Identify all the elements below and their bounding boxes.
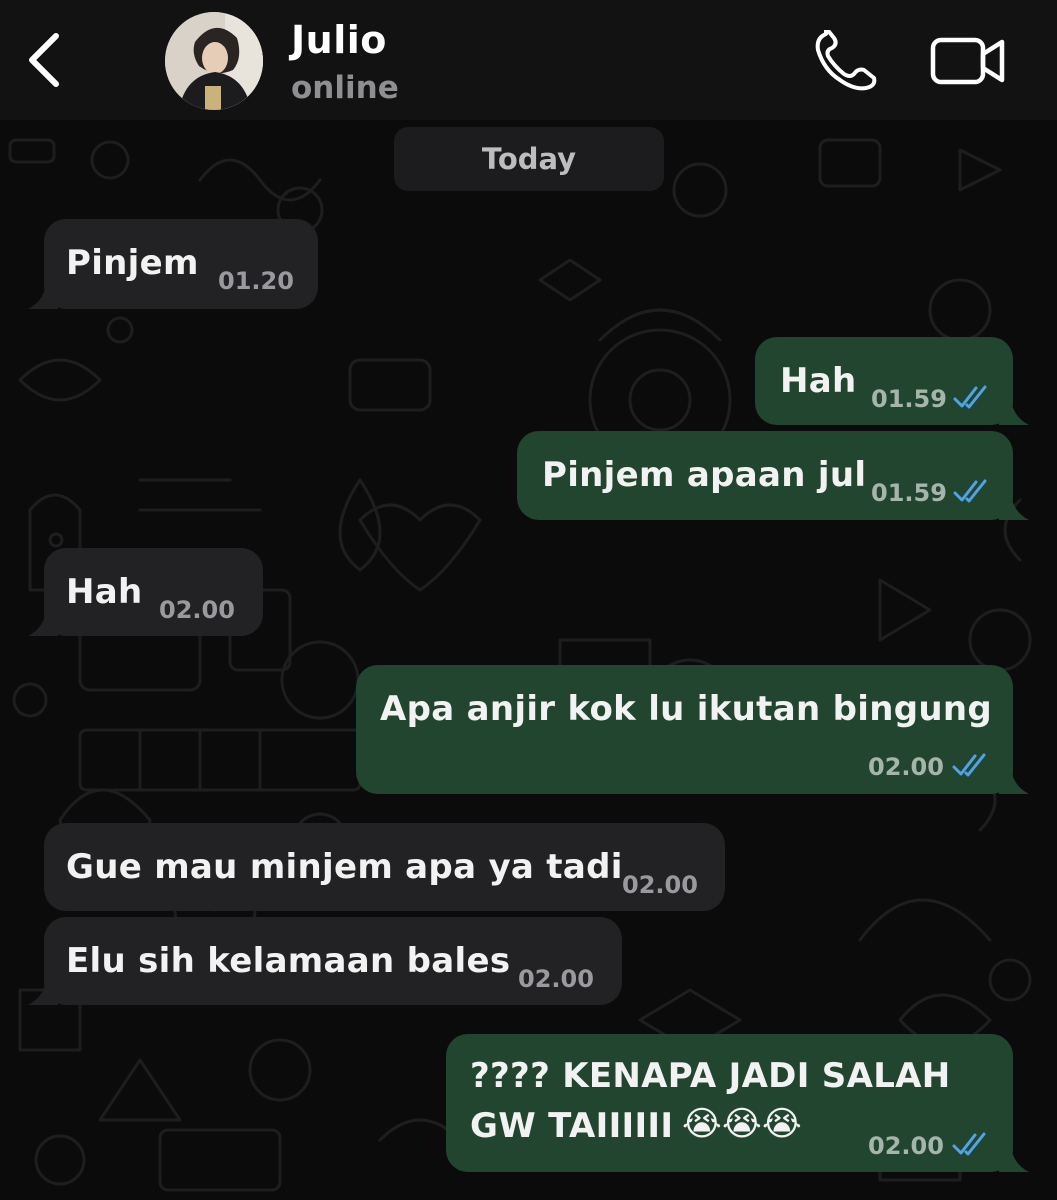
message-text: Pinjem apaan jul [542,455,867,495]
message-time: 01.20 [218,267,294,295]
back-chevron-icon[interactable] [22,28,72,92]
double-check-icon [953,385,987,409]
message-time: 01.59 [871,385,947,413]
contact-name[interactable]: Julio [291,18,387,62]
bubble-tail [999,494,1029,520]
chat-header: Julio online [0,0,1057,120]
double-check-icon [952,1132,986,1156]
message-time: 02.00 [159,596,235,624]
message-text: Hah [66,572,143,612]
incoming-message[interactable]: Elu sih kelamaan bales 02.00 [28,917,622,1005]
incoming-message[interactable]: Pinjem 01.20 [28,219,318,309]
message-text: Apa anjir kok lu ikutan bingung [380,689,992,729]
message-time: 02.00 [622,871,698,899]
bubble-tail [28,283,58,309]
date-separator: Today [394,127,664,191]
outgoing-message[interactable]: Hah 01.59 [755,337,1029,425]
message-time: 02.00 [518,965,594,993]
double-check-icon [953,479,987,503]
incoming-message[interactable]: Gue mau minjem apa ya tadi 02.00 [44,823,725,911]
crying-emoji: 😭😭😭 [682,1104,803,1144]
message-text: Hah [780,361,857,401]
message-text-line1: ???? KENAPA JADI SALAH [470,1056,951,1096]
outgoing-message[interactable]: Pinjem apaan jul 01.59 [517,431,1029,520]
message-time: 02.00 [868,1132,944,1160]
message-text-line2: GW TAIIIIII [470,1106,674,1146]
message-text: Pinjem [66,243,199,283]
message-time: 02.00 [868,753,944,781]
outgoing-message[interactable]: ???? KENAPA JADI SALAH GW TAIIIIII 😭😭😭 0… [446,1034,1029,1172]
bubble-tail [999,399,1029,425]
bubble-tail [28,979,58,1005]
contact-avatar[interactable] [165,12,263,110]
phone-icon[interactable] [812,30,878,92]
contact-status: online [291,70,399,106]
double-check-icon [952,753,986,777]
bubble-tail [999,1146,1029,1172]
message-text: Gue mau minjem apa ya tadi [66,847,623,887]
video-camera-icon[interactable] [930,36,1006,86]
outgoing-message[interactable]: Apa anjir kok lu ikutan bingung 02.00 [356,665,1029,794]
bubble-tail [28,610,58,636]
message-time: 01.59 [871,479,947,507]
message-text: Elu sih kelamaan bales [66,941,511,981]
bubble-tail [999,768,1029,794]
incoming-message[interactable]: Hah 02.00 [28,548,263,636]
